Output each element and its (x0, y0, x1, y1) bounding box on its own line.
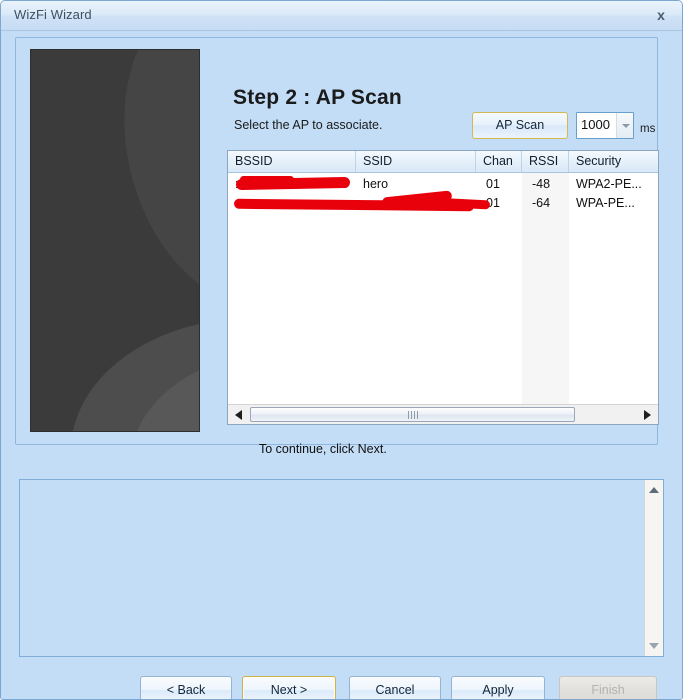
column-header-ssid[interactable]: SSID (356, 151, 476, 172)
scan-interval-unit-label: ms (640, 123, 656, 135)
next-button[interactable]: Next > (242, 676, 336, 699)
scan-interval-value: 1000 (581, 117, 610, 132)
back-button[interactable]: < Back (140, 676, 232, 699)
cell-rssi: -48 (532, 177, 551, 191)
ap-scan-panel: Step 2 : AP Scan Select the AP to associ… (15, 37, 659, 456)
cell-security: WPA2-PE... (576, 177, 642, 191)
wizfi-wizard-window: WizFi Wizard x Step 2 : AP Scan Select t… (0, 0, 683, 700)
title-bar: WizFi Wizard x (1, 1, 682, 31)
horizontal-scrollbar-thumb[interactable] (250, 407, 575, 422)
window-title: WizFi Wizard (14, 7, 92, 22)
arrow-down-icon[interactable] (645, 637, 663, 655)
banner-shape-1 (105, 50, 199, 326)
scan-interval-combobox[interactable]: 1000 (576, 112, 634, 139)
log-output-panel[interactable] (19, 479, 664, 657)
column-header-bssid[interactable]: BSSID (228, 151, 356, 172)
arrow-right-icon[interactable] (638, 405, 657, 424)
ap-list-body[interactable]: :49:c8hero01-48WPA2-PE...01-64WPA-PE... (228, 173, 658, 404)
arrow-left-icon[interactable] (229, 405, 248, 424)
vertical-scrollbar[interactable] (644, 480, 663, 656)
cancel-button[interactable]: Cancel (349, 676, 441, 699)
cell-rssi: -64 (532, 196, 551, 210)
client-area: Step 2 : AP Scan Select the AP to associ… (1, 31, 682, 699)
finish-button: Finish (559, 676, 657, 699)
page-subtitle: Select the AP to associate. (234, 118, 383, 132)
arrow-up-icon[interactable] (645, 481, 663, 499)
chevron-down-icon[interactable] (616, 113, 633, 138)
column-header-security[interactable]: Security (569, 151, 658, 172)
ap-list-header: BSSID SSID Chan RSSI Security (228, 151, 658, 173)
continue-note: To continue, click Next. (259, 442, 387, 456)
cell-chan: 01 (486, 177, 500, 191)
cell-security: WPA-PE... (576, 196, 635, 210)
cell-ssid: hero (363, 177, 389, 191)
ap-scan-button[interactable]: AP Scan (472, 112, 568, 139)
ap-list[interactable]: BSSIDSSIDChanRSSISecurity :49:c8hero01-4… (227, 150, 659, 425)
wizard-banner-image (30, 49, 200, 432)
column-header-rssi[interactable]: RSSI (522, 151, 569, 172)
scrollbar-grip-icon (407, 411, 419, 419)
page-title: Step 2 : AP Scan (233, 86, 402, 109)
column-header-chan[interactable]: Chan (476, 151, 522, 172)
apply-button[interactable]: Apply (451, 676, 545, 699)
close-icon[interactable]: x (652, 6, 670, 24)
horizontal-scrollbar[interactable] (228, 404, 658, 424)
redaction-mark-row-1b (240, 176, 294, 183)
